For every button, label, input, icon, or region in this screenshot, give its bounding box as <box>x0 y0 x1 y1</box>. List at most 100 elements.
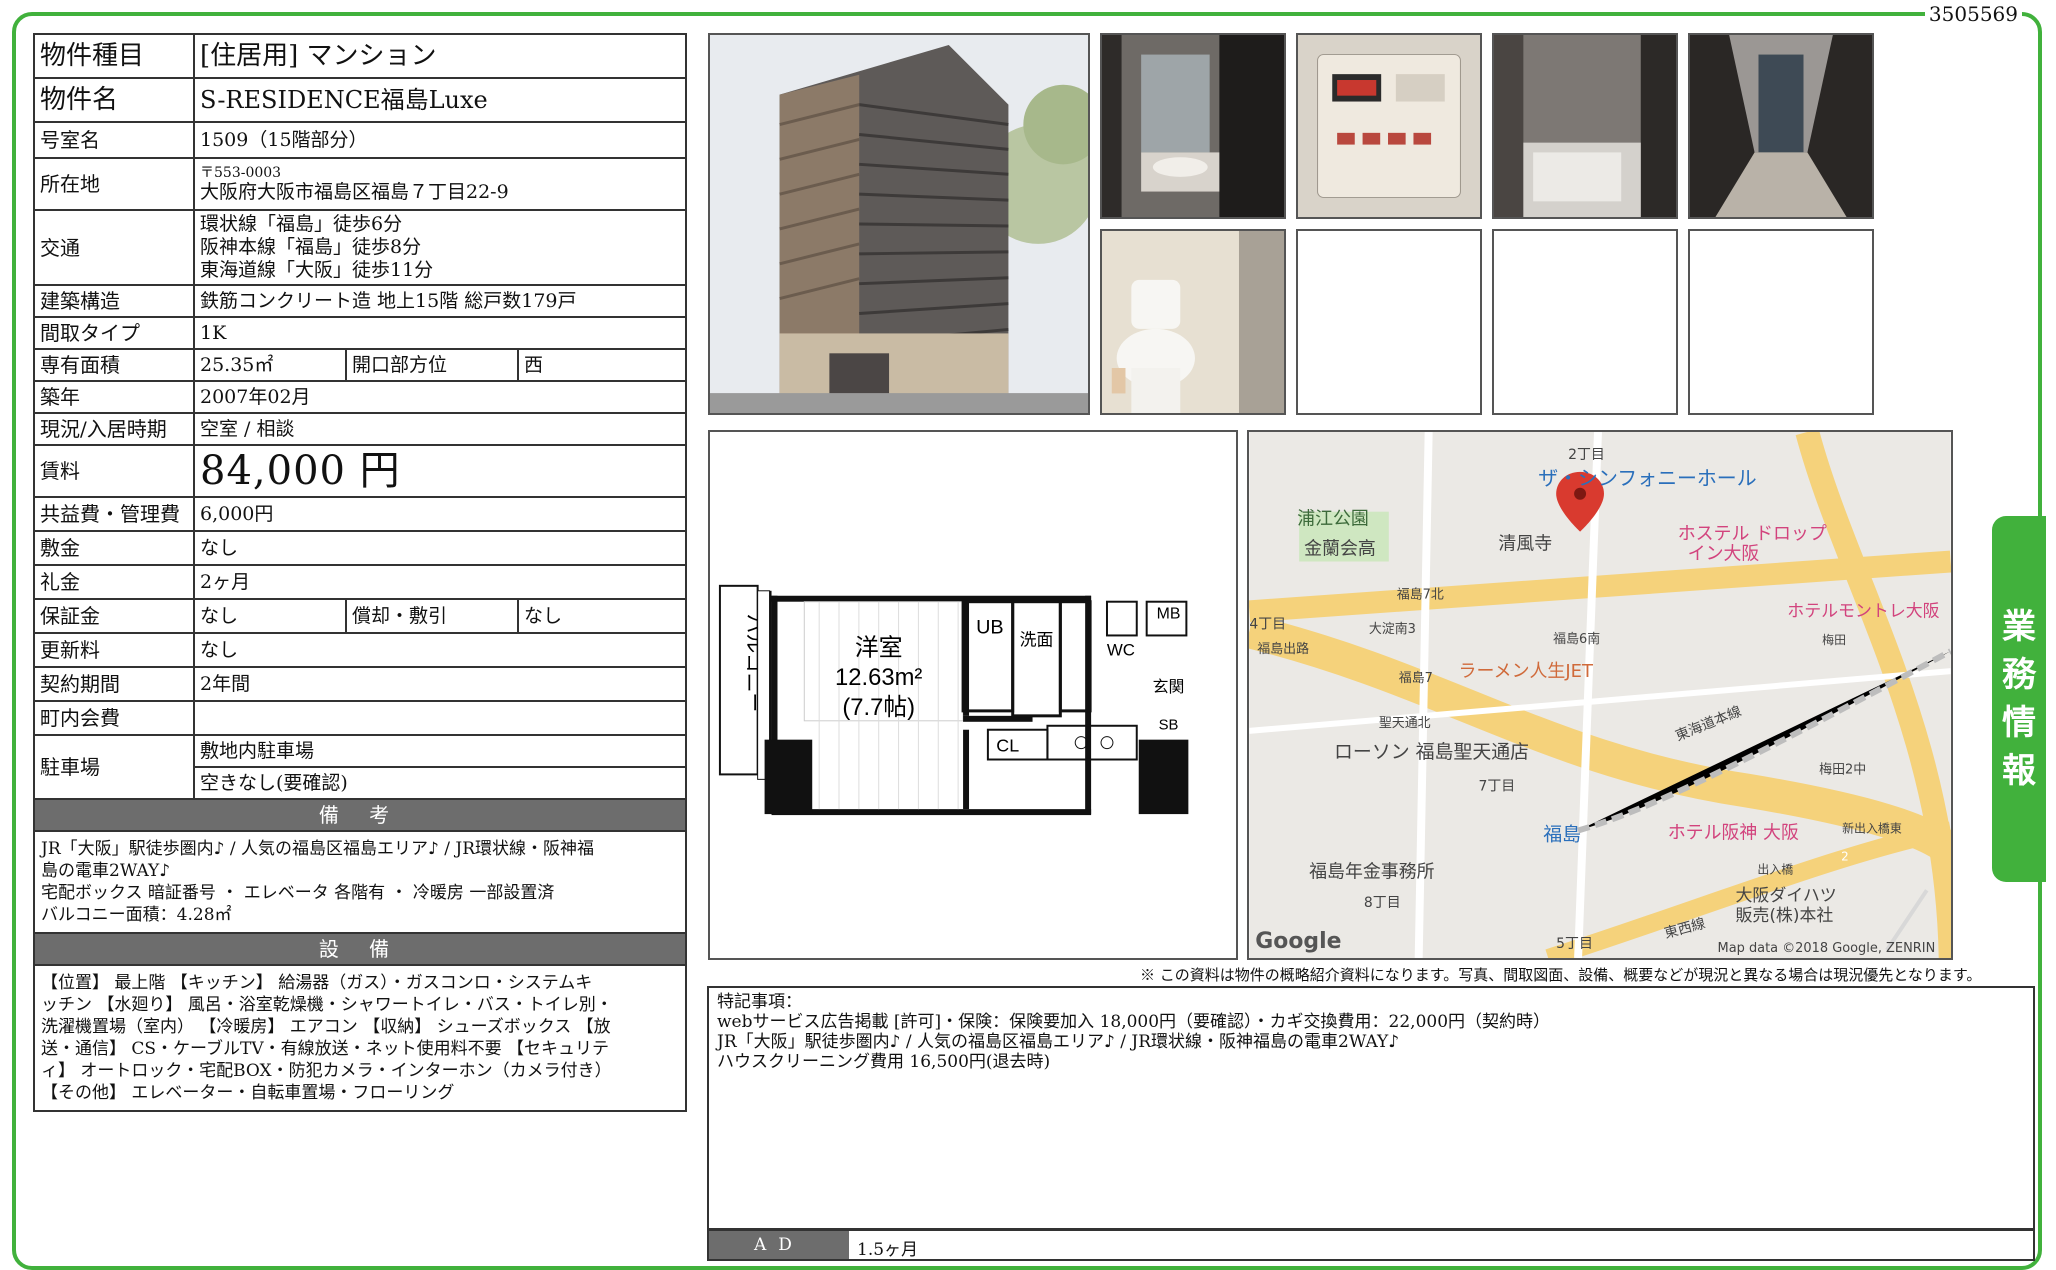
biko-notes: JR「大阪」駅徒歩圏内♪ / 人気の福島区福島エリア♪ / JR環状線・阪神福 … <box>32 830 688 934</box>
value-area: 25.35㎡ <box>193 348 347 382</box>
map-label: 福島 <box>1543 823 1581 845</box>
biko-header: 備 考 <box>32 798 688 832</box>
map-label: ローソン 福島聖天通店 <box>1334 741 1529 763</box>
label-type: 物件種目 <box>33 33 195 79</box>
property-spec-table: 物件種目 [住居用] マンション 物件名 S-RESIDENCE福島Luxe 号… <box>32 33 688 1112</box>
map-label: 福島年金事務所 <box>1309 861 1435 882</box>
row-name: 物件名 S-RESIDENCE福島Luxe <box>33 77 688 123</box>
setsubi-line: 【その他】 エレベーター・自転車置場・フローリング <box>41 1083 455 1103</box>
setsubi-line: ィ】 オートロック・宅配BOX・防犯カメラ・インターホン（カメラ付き） <box>41 1061 612 1081</box>
biko-line: 宅配ボックス 暗証番号 ・ エレベータ 各階有 ・ 冷暖房 一部設置済 <box>41 883 555 903</box>
map-label: 梅田 <box>1822 632 1846 647</box>
map-label: 福島出路 <box>1257 641 1309 657</box>
cl-label: CL <box>996 736 1019 756</box>
biko-line: バルコニー面積：4.28㎡ <box>41 905 232 925</box>
photo-bathroom <box>1492 33 1678 219</box>
biko-line: JR「大阪」駅徒歩圏内♪ / 人気の福島区福島エリア♪ / JR環状線・阪神福 <box>41 839 594 859</box>
setsubi-notes: 【位置】 最上階 【キッチン】 給湯器（ガス）・ガスコンロ・システムキ ッチン … <box>32 964 688 1112</box>
label-rent: 賃料 <box>33 444 195 498</box>
badge-char: 業 <box>2002 607 2036 647</box>
ad-row: AD 1.5ヶ月 <box>707 1229 2035 1261</box>
photo-empty <box>1296 229 1482 415</box>
address-text: 大阪府大阪市福島区福島７丁目22-9 <box>200 180 509 203</box>
value-key-money: 2ヶ月 <box>192 564 688 600</box>
map-label: ホテル阪神 大阪 <box>1668 822 1799 843</box>
map-label: 新出入橋東 <box>1842 820 1902 835</box>
value-address: 〒553-0003 大阪府大阪市福島区福島７丁目22-9 <box>192 157 688 211</box>
value-deposit: なし <box>192 530 688 566</box>
room-name: 洋室 <box>855 634 903 661</box>
value-parking-2: 空きなし(要確認) <box>192 766 688 800</box>
map-label: 聖天通北 <box>1379 716 1431 731</box>
label-guarantee: 保証金 <box>33 598 195 634</box>
badge-char: 報 <box>2002 751 2036 791</box>
map-label: 出入橋 <box>1757 862 1793 876</box>
map-label: 2丁目 <box>1568 447 1605 463</box>
floor-plan: バルコニー 洋室 12.63m² (7.7帖) UB 洗面 WC MB 玄関 S… <box>708 430 1238 960</box>
access-line: 東海道線「大阪」徒歩11分 <box>200 259 434 281</box>
map-label: 福島7 <box>1399 671 1433 686</box>
zip-code: 〒553-0003 <box>200 164 282 181</box>
map-label: 浦江公園 <box>1297 509 1369 530</box>
value-community <box>192 700 688 736</box>
wash-label: 洗面 <box>1020 630 1054 649</box>
map-label: 5丁目 <box>1556 936 1593 952</box>
value-access: 環状線「福島」徒歩6分 阪神本線「福島」徒歩8分 東海道線「大阪」徒歩11分 <box>192 209 688 286</box>
access-line: 環状線「福島」徒歩6分 <box>200 213 403 235</box>
label-name: 物件名 <box>33 77 195 123</box>
map-label: 7丁目 <box>1478 779 1515 795</box>
photo-washbasin <box>1100 33 1286 219</box>
photo-empty <box>1492 229 1678 415</box>
location-map: 2丁目 ザ・シンフォニーホール 浦江公園 金蘭会高 清風寺 ホステル ドロップ … <box>1247 430 1953 960</box>
google-logo: Google <box>1255 929 1341 954</box>
value-amortization: なし <box>516 598 688 634</box>
map-label: 4丁目 <box>1249 616 1286 632</box>
map-label: ホテルモントレ大阪 <box>1787 600 1939 620</box>
value-parking-1: 敷地内駐車場 <box>192 734 688 768</box>
label-area: 専有面積 <box>33 348 195 382</box>
value-direction: 西 <box>516 348 688 382</box>
label-fee: 共益費・管理費 <box>33 496 195 532</box>
badge-char: 情 <box>2002 703 2036 743</box>
access-line: 阪神本線「福島」徒歩8分 <box>200 236 422 258</box>
room-tatami: (7.7帖) <box>842 694 915 721</box>
value-layout: 1K <box>192 316 688 350</box>
value-status: 空室 / 相談 <box>192 412 688 446</box>
label-structure: 建築構造 <box>33 284 195 318</box>
label-contract: 契約期間 <box>33 666 195 702</box>
value-structure: 鉄筋コンクリート造 地上15階 総戸数179戸 <box>192 284 688 318</box>
ad-label: AD <box>709 1231 849 1259</box>
setsubi-line: 洗濯機置場（室内） 【冷暖房】 エアコン 【収納】 シューズボックス 【放 <box>41 1017 611 1037</box>
setsubi-header: 設 備 <box>32 932 688 966</box>
label-amortization: 償却・敷引 <box>345 598 519 634</box>
map-label: 福島6南 <box>1553 631 1600 647</box>
value-name: S-RESIDENCE福島Luxe <box>192 77 688 123</box>
map-label: ラーメン人生JET <box>1459 661 1593 682</box>
setsubi-line: ッチン 【水廻り】 風呂・浴室乾燥機・シャワートイレ・バス・トイレ別・ <box>41 995 613 1015</box>
photo-control-panel <box>1296 33 1482 219</box>
value-guarantee: なし <box>193 598 347 634</box>
photo-empty <box>1688 229 1874 415</box>
map-label: ホステル ドロップ <box>1678 524 1827 545</box>
mb-label: MB <box>1157 606 1181 623</box>
label-status: 現況/入居時期 <box>33 412 195 446</box>
sb-label: SB <box>1159 718 1179 734</box>
building-photo <box>708 33 1090 415</box>
setsubi-line: 送・通信】 CS・ケーブルTV・有線放送・ネット使用料不要 【セキュリテ <box>41 1039 610 1059</box>
remarks-line: ハウスクリーニング費用 16,500円(退去時) <box>717 1052 1051 1072</box>
biko-line: 島の電車2WAY♪ <box>41 861 171 881</box>
map-label: 清風寺 <box>1498 534 1552 555</box>
value-rent: 84,000 円 <box>192 444 688 498</box>
entrance-label: 玄関 <box>1153 678 1185 696</box>
row-type: 物件種目 [住居用] マンション <box>33 33 688 79</box>
value-renewal: なし <box>192 632 688 668</box>
label-layout: 間取タイプ <box>33 316 195 350</box>
map-label: 金蘭会高 <box>1304 539 1376 560</box>
room-area: 12.63m² <box>835 664 922 691</box>
document-id: 3505569 <box>1924 2 2022 26</box>
value-contract: 2年間 <box>192 666 688 702</box>
map-attribution: Map data ©2018 Google, ZENRIN <box>1718 941 1936 956</box>
label-address: 所在地 <box>33 157 195 211</box>
map-label: 8丁目 <box>1364 895 1401 911</box>
map-label: 大淀南3 <box>1369 621 1416 637</box>
